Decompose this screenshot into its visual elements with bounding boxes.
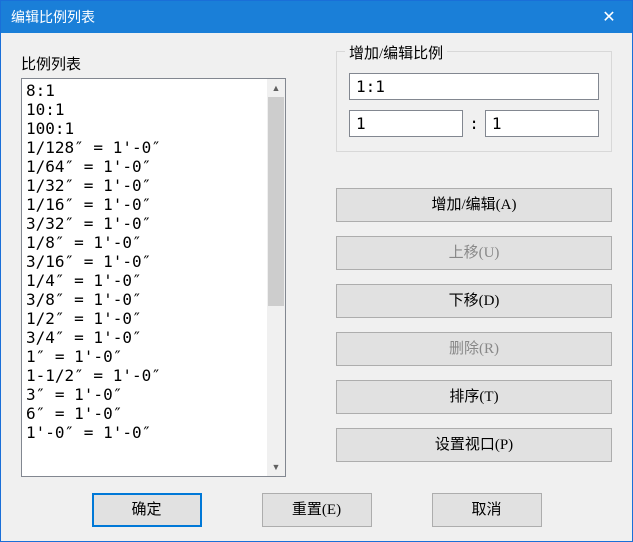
add-edit-button[interactable]: 增加/编辑(A): [336, 188, 612, 222]
main-area: 比例列表 8:110:1100:11/128″ = 1'-0″1/64″ = 1…: [21, 53, 612, 477]
chevron-up-icon: ▲: [272, 83, 281, 93]
close-button[interactable]: ✕: [586, 1, 632, 33]
dialog-body: 比例列表 8:110:1100:11/128″ = 1'-0″1/64″ = 1…: [1, 33, 632, 541]
list-item[interactable]: 3/4″ = 1'-0″: [26, 328, 263, 347]
scroll-down-button[interactable]: ▼: [267, 458, 285, 476]
move-down-button[interactable]: 下移(D): [336, 284, 612, 318]
list-item[interactable]: 1/4″ = 1'-0″: [26, 271, 263, 290]
list-item[interactable]: 1/8″ = 1'-0″: [26, 233, 263, 252]
delete-button[interactable]: 删除(R): [336, 332, 612, 366]
ratio-left-input[interactable]: [349, 110, 463, 137]
scroll-thumb[interactable]: [268, 97, 284, 306]
scale-list-label: 比例列表: [21, 53, 286, 74]
list-item[interactable]: 3″ = 1'-0″: [26, 385, 263, 404]
list-item[interactable]: 1/64″ = 1'-0″: [26, 157, 263, 176]
edit-scale-list-dialog: 编辑比例列表 ✕ 比例列表 8:110:1100:11/128″ = 1'-0″…: [0, 0, 633, 542]
list-item[interactable]: 1/128″ = 1'-0″: [26, 138, 263, 157]
chevron-down-icon: ▼: [272, 462, 281, 472]
list-item[interactable]: 10:1: [26, 100, 263, 119]
set-viewport-button[interactable]: 设置视口(P): [336, 428, 612, 462]
list-item[interactable]: 1/16″ = 1'-0″: [26, 195, 263, 214]
list-item[interactable]: 1″ = 1'-0″: [26, 347, 263, 366]
window-title: 编辑比例列表: [11, 7, 95, 27]
list-item[interactable]: 1'-0″ = 1'-0″: [26, 423, 263, 442]
list-item[interactable]: 1/2″ = 1'-0″: [26, 309, 263, 328]
scroll-track[interactable]: [267, 97, 285, 458]
action-buttons: 增加/编辑(A) 上移(U) 下移(D) 删除(R) 排序(T) 设置视口(P): [336, 188, 612, 462]
ok-button[interactable]: 确定: [92, 493, 202, 527]
move-up-button[interactable]: 上移(U): [336, 236, 612, 270]
list-item[interactable]: 3/32″ = 1'-0″: [26, 214, 263, 233]
bottom-buttons: 确定 重置(E) 取消: [21, 493, 612, 531]
list-item[interactable]: 1-1/2″ = 1'-0″: [26, 366, 263, 385]
list-item[interactable]: 1/32″ = 1'-0″: [26, 176, 263, 195]
ratio-colon: :: [469, 114, 479, 133]
list-item[interactable]: 100:1: [26, 119, 263, 138]
add-edit-group-label: 增加/编辑比例: [345, 42, 447, 63]
ratio-right-input[interactable]: [485, 110, 599, 137]
list-item[interactable]: 8:1: [26, 81, 263, 100]
list-item[interactable]: 6″ = 1'-0″: [26, 404, 263, 423]
titlebar: 编辑比例列表 ✕: [1, 1, 632, 33]
cancel-button[interactable]: 取消: [432, 493, 542, 527]
scroll-up-button[interactable]: ▲: [267, 79, 285, 97]
scale-listbox[interactable]: 8:110:1100:11/128″ = 1'-0″1/64″ = 1'-0″1…: [21, 78, 286, 477]
sort-button[interactable]: 排序(T): [336, 380, 612, 414]
right-panel: 增加/编辑比例 : 增加/编辑(A) 上移(U) 下移(D) 删除(R): [336, 53, 612, 477]
list-item[interactable]: 3/8″ = 1'-0″: [26, 290, 263, 309]
close-icon: ✕: [602, 7, 615, 27]
left-panel: 比例列表 8:110:1100:11/128″ = 1'-0″1/64″ = 1…: [21, 53, 286, 477]
add-edit-group: 增加/编辑比例 :: [336, 51, 612, 152]
scale-list-content: 8:110:1100:11/128″ = 1'-0″1/64″ = 1'-0″1…: [22, 79, 267, 476]
list-item[interactable]: 3/16″ = 1'-0″: [26, 252, 263, 271]
scale-name-input[interactable]: [349, 73, 599, 100]
scrollbar[interactable]: ▲ ▼: [267, 79, 285, 476]
reset-button[interactable]: 重置(E): [262, 493, 372, 527]
